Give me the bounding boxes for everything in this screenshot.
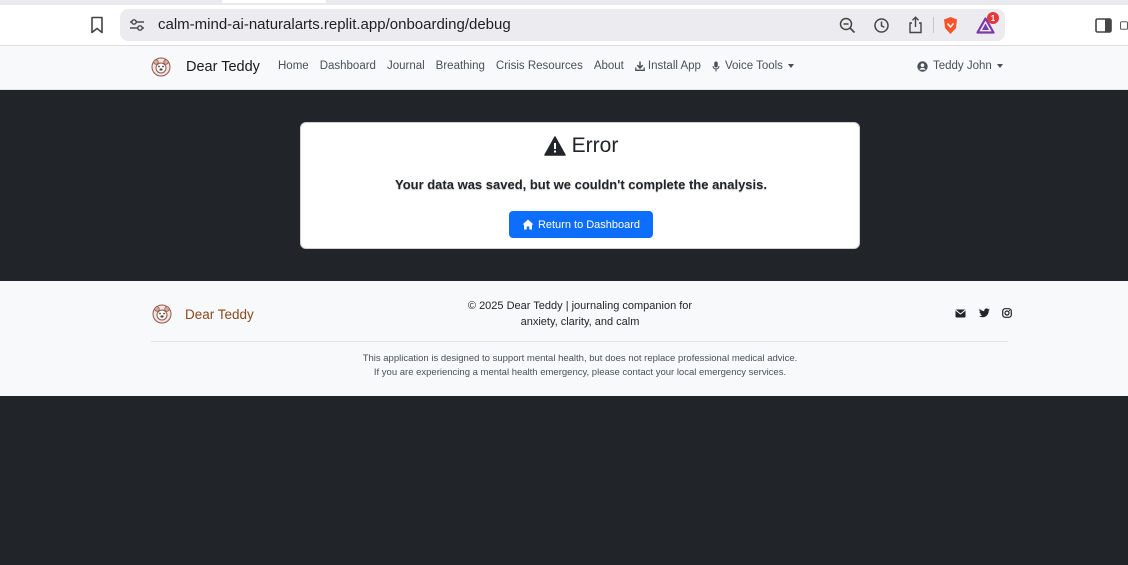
error-message: Your data was saved, but we couldn't com… xyxy=(394,177,767,192)
nav-link-breathing[interactable]: Breathing xyxy=(436,60,485,72)
url-text[interactable]: calm-mind-ai-naturalarts.replit.app/onbo… xyxy=(158,16,511,33)
copyright-line-1: © 2025 Dear Teddy | journaling companion… xyxy=(467,300,693,312)
disclaimer-line-1: This application is designed to support … xyxy=(362,353,798,364)
instagram-icon[interactable] xyxy=(1001,307,1013,319)
nav-links: Home Dashboard Journal Breathing Crisis … xyxy=(278,60,794,72)
medical-disclaimer: This application is designed to support … xyxy=(0,352,1128,380)
voice-tools-label: Voice Tools xyxy=(724,60,783,72)
nav-link-journal[interactable]: Journal xyxy=(387,60,425,72)
nav-link-crisis-resources[interactable]: Crisis Resources xyxy=(496,60,583,72)
teddy-logo-icon xyxy=(151,303,173,325)
home-icon xyxy=(522,219,534,230)
microphone-icon xyxy=(712,61,720,72)
error-title: Error xyxy=(571,134,619,157)
user-menu-dropdown[interactable]: Teddy John xyxy=(917,60,1003,72)
error-heading: Error xyxy=(301,134,861,158)
footer-brand-name: Dear Teddy xyxy=(185,306,254,322)
nav-link-about[interactable]: About xyxy=(594,60,624,72)
sidebar-toggle-icon[interactable] xyxy=(1094,16,1112,34)
brand-link[interactable]: Dear Teddy xyxy=(150,56,260,78)
user-name: Teddy John xyxy=(933,60,992,72)
nav-dropdown-voice-tools[interactable]: Voice Tools xyxy=(712,60,794,72)
copyright-line-2: anxiety, clarity, and calm xyxy=(520,316,640,328)
warning-triangle-icon xyxy=(543,136,566,156)
chevron-down-icon xyxy=(787,64,794,68)
disclaimer-line-2: If you are experiencing a mental health … xyxy=(373,367,787,378)
chevron-down-icon xyxy=(996,64,1003,68)
nav-link-dashboard[interactable]: Dashboard xyxy=(320,60,376,72)
twitter-icon[interactable] xyxy=(978,307,990,319)
brave-shield-icon[interactable] xyxy=(941,15,959,35)
return-to-dashboard-button[interactable]: Return to Dashboard xyxy=(509,211,653,238)
menu-icon[interactable] xyxy=(1120,16,1128,34)
browser-toolbar: calm-mind-ai-naturalarts.replit.app/onbo… xyxy=(0,0,1128,46)
install-app-label: Install App xyxy=(647,60,701,72)
envelope-icon[interactable] xyxy=(954,307,966,319)
address-bar[interactable]: calm-mind-ai-naturalarts.replit.app/onbo… xyxy=(120,9,1005,41)
nav-link-install-app[interactable]: Install App xyxy=(635,60,701,72)
site-footer: Dear Teddy © 2025 Dear Teddy | journalin… xyxy=(0,281,1128,396)
download-icon xyxy=(635,61,645,71)
footer-divider xyxy=(151,341,1008,342)
history-icon[interactable] xyxy=(872,16,890,34)
footer-brand[interactable]: Dear Teddy xyxy=(151,303,254,325)
toolbar-divider xyxy=(933,17,934,33)
footer-copyright: © 2025 Dear Teddy | journaling companion… xyxy=(430,298,730,330)
bookmark-icon[interactable] xyxy=(88,15,106,35)
share-icon[interactable] xyxy=(906,15,924,34)
tab-strip xyxy=(0,0,1128,5)
error-card: Error Your data was saved, but we couldn… xyxy=(300,122,860,249)
user-circle-icon xyxy=(917,60,928,72)
return-to-dashboard-label: Return to Dashboard xyxy=(537,218,641,231)
teddy-logo-icon xyxy=(150,56,172,78)
site-navbar: Dear Teddy Home Dashboard Journal Breath… xyxy=(0,46,1128,90)
active-tab-indicator[interactable] xyxy=(222,0,326,3)
site-settings-icon[interactable] xyxy=(128,17,146,33)
notification-badge: 1 xyxy=(987,12,999,24)
nav-link-home[interactable]: Home xyxy=(278,60,309,72)
zoom-out-icon[interactable] xyxy=(838,16,856,34)
brand-name: Dear Teddy xyxy=(186,59,260,75)
